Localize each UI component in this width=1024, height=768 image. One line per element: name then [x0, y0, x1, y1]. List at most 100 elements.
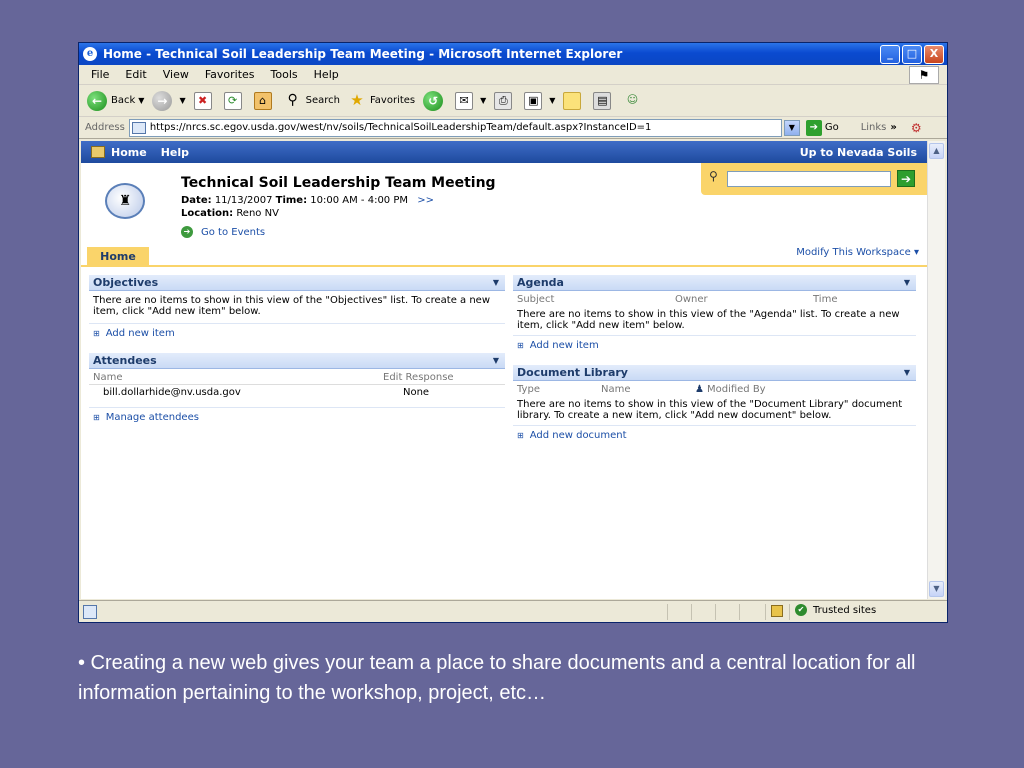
lock-icon — [771, 605, 783, 617]
address-bar: Address https://nrcs.sc.egov.usda.gov/we… — [79, 117, 947, 139]
links-button[interactable]: Links» — [861, 122, 897, 133]
address-label: Address — [85, 122, 125, 133]
more-dates-link[interactable]: >> — [417, 195, 434, 206]
home-icon: ⌂ — [253, 91, 272, 110]
search-button[interactable]: ⚲ Search — [284, 92, 340, 110]
attendees-menu-icon[interactable]: ▼ — [493, 353, 499, 368]
col-type[interactable]: Type — [517, 383, 601, 397]
go-button[interactable]: ➔ Go — [805, 119, 839, 136]
agenda-header-row: Subject Owner Time — [513, 293, 916, 307]
research-button[interactable]: ▤ — [593, 91, 615, 110]
doclib-menu-icon[interactable]: ▼ — [904, 365, 910, 380]
manage-attendees-link[interactable]: ⊞ Manage attendees — [89, 407, 505, 427]
mail-dropdown-icon[interactable]: ▼ — [480, 96, 486, 105]
agenda-add-new-item-link[interactable]: ⊞ Add new item — [513, 335, 916, 365]
ie-logo-icon: e — [83, 47, 97, 61]
site-search-input[interactable] — [727, 171, 891, 187]
back-button[interactable]: ← Back ▼ — [87, 90, 144, 111]
note-icon — [563, 91, 582, 110]
status-divider — [691, 604, 692, 620]
go-to-events-link[interactable]: ➔ Go to Events — [181, 226, 265, 238]
agenda-menu-icon[interactable]: ▼ — [904, 275, 910, 290]
attendees-webpart-title: Attendees ▼ — [89, 353, 505, 369]
person-icon: ♟ — [695, 384, 704, 395]
address-input[interactable]: https://nrcs.sc.egov.usda.gov/west/nv/so… — [128, 118, 782, 137]
tab-home[interactable]: Home — [87, 247, 149, 267]
add-new-document-link[interactable]: ⊞ Add new document — [513, 425, 916, 445]
stop-button[interactable]: ✖ — [193, 91, 216, 110]
forward-button[interactable]: → ▼ — [152, 90, 186, 111]
location-value: Reno NV — [236, 208, 279, 219]
page-icon — [131, 121, 146, 134]
menu-bar: File Edit View Favorites Tools Help ⚑ — [79, 65, 947, 85]
security-zone[interactable]: ✔ Trusted sites — [795, 604, 876, 616]
attendees-title: Attendees — [93, 354, 157, 367]
print-button[interactable]: ⎙ — [494, 91, 516, 110]
home-button[interactable]: ⌂ — [253, 91, 276, 110]
search-area: ⚲ ➔ — [701, 163, 927, 195]
links-label: Links — [860, 122, 887, 133]
menu-help[interactable]: Help — [306, 68, 347, 81]
menu-tools[interactable]: Tools — [263, 68, 306, 81]
minimize-button[interactable]: _ — [880, 44, 900, 64]
add-item-icon: ⊞ — [93, 329, 100, 338]
objectives-menu-icon[interactable]: ▼ — [493, 275, 499, 290]
search-go-button[interactable]: ➔ — [897, 170, 915, 187]
nav-home-link[interactable]: Home — [111, 146, 147, 159]
toolbar-options-icon[interactable]: ⚙ — [911, 121, 922, 135]
up-to-parent-link[interactable]: Up to Nevada Soils — [800, 146, 917, 159]
forward-dropdown-icon[interactable]: ▼ — [179, 96, 185, 105]
vertical-scrollbar[interactable]: ▲ ▼ — [927, 141, 945, 599]
scroll-down-icon[interactable]: ▼ — [929, 581, 944, 597]
arrow-circle-icon: ➔ — [181, 226, 193, 238]
menu-edit[interactable]: Edit — [117, 68, 154, 81]
go-arrow-icon: ➔ — [805, 119, 822, 136]
col-time[interactable]: Time — [813, 293, 837, 307]
history-icon: ↺ — [423, 90, 444, 111]
col-owner[interactable]: Owner — [675, 293, 813, 307]
col-modified-by[interactable]: Modified By — [707, 383, 766, 397]
nav-help-link[interactable]: Help — [161, 146, 189, 159]
address-dropdown-icon[interactable]: ▼ — [783, 119, 800, 136]
star-icon: ★ — [350, 90, 364, 109]
menu-favorites[interactable]: Favorites — [197, 68, 263, 81]
history-button[interactable]: ↺ — [423, 90, 447, 111]
close-button[interactable]: X — [924, 44, 944, 64]
top-navigation: Home Help Up to Nevada Soils — [81, 141, 927, 163]
mail-button[interactable]: ✉ ▼ — [455, 91, 486, 110]
back-dropdown-icon[interactable]: ▼ — [138, 96, 144, 105]
messenger-button[interactable]: ☺ — [623, 92, 645, 110]
back-label: Back — [111, 95, 136, 106]
objectives-webpart-title: Objectives ▼ — [89, 275, 505, 291]
maximize-button[interactable]: □ — [902, 44, 922, 64]
refresh-button[interactable]: ⟳ — [223, 91, 246, 110]
messenger-icon: ☺ — [626, 92, 639, 106]
attendee-name: bill.dollarhide@nv.usda.gov — [103, 387, 241, 398]
search-icon: ⚲ — [287, 91, 298, 108]
modify-workspace-menu[interactable]: Modify This Workspace ▾ — [796, 247, 919, 258]
agenda-empty-message: There are no items to show in this view … — [517, 309, 900, 331]
favorites-label: Favorites — [369, 95, 416, 106]
edit-button[interactable]: ▣ ▼ — [524, 91, 555, 110]
col-edit-response[interactable]: Edit Response — [383, 371, 454, 384]
objectives-add-new-item-link[interactable]: ⊞ Add new item — [89, 323, 505, 353]
col-subject[interactable]: Subject — [517, 293, 675, 307]
favorites-button[interactable]: ★ Favorites — [348, 92, 415, 110]
status-bar: ✔ Trusted sites — [79, 600, 947, 622]
menu-file[interactable]: File — [83, 68, 117, 81]
status-divider — [765, 604, 766, 620]
col-name[interactable]: Name — [93, 371, 383, 384]
tab-row: Home Modify This Workspace ▾ — [81, 243, 927, 267]
title-bar: e Home - Technical Soil Leadership Team … — [79, 43, 947, 65]
browser-window: e Home - Technical Soil Leadership Team … — [78, 42, 948, 623]
menu-view[interactable]: View — [155, 68, 197, 81]
doclib-webpart-title: Document Library ▼ — [513, 365, 916, 381]
links-more-icon: » — [890, 122, 897, 133]
col-doc-name[interactable]: Name — [601, 383, 695, 397]
discuss-button[interactable] — [563, 91, 585, 110]
doclib-title: Document Library — [517, 366, 628, 379]
scroll-up-icon[interactable]: ▲ — [929, 143, 944, 159]
table-row: bill.dollarhide@nv.usda.gov None — [89, 385, 505, 401]
edit-dropdown-icon[interactable]: ▼ — [549, 96, 555, 105]
date-label: Date: — [181, 195, 212, 206]
